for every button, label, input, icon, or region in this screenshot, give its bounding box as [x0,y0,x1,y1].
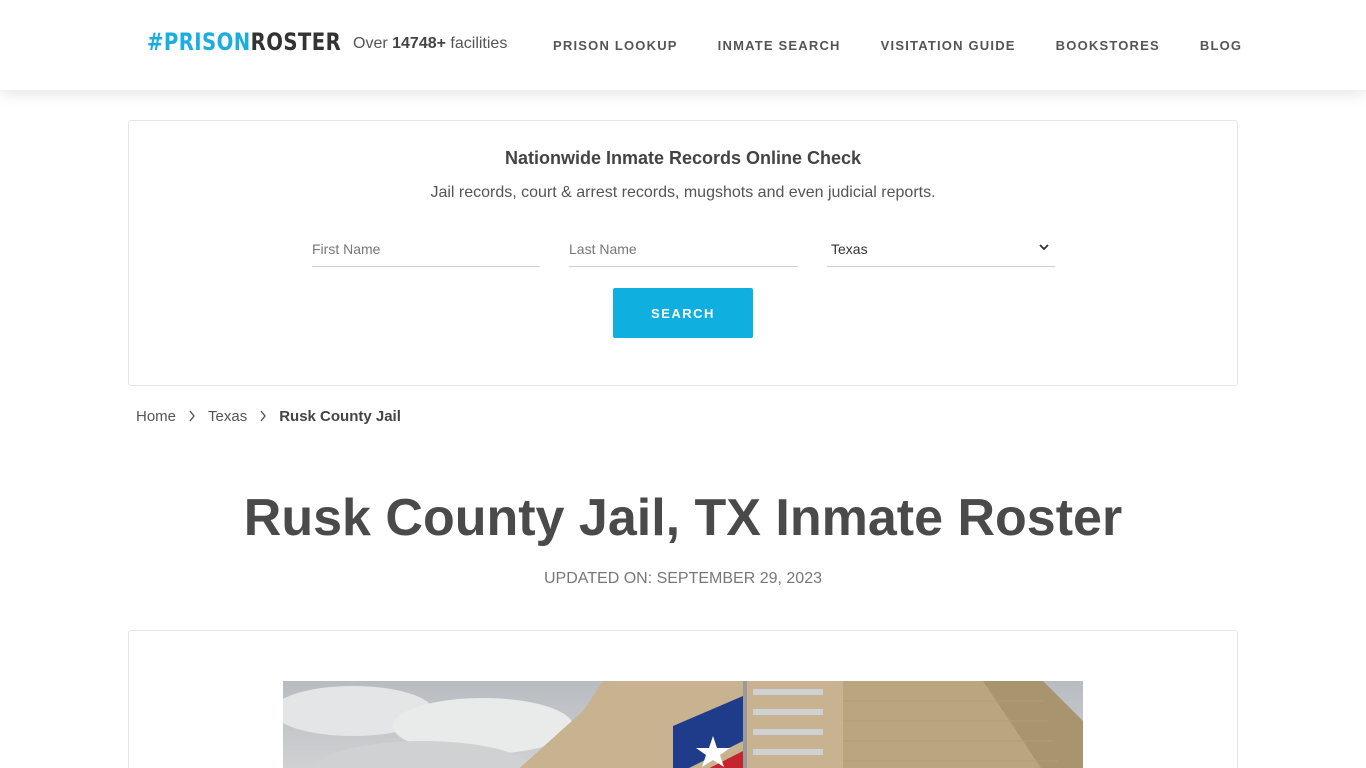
main-nav: PRISON LOOKUP INMATE SEARCH VISITATION G… [553,38,1282,53]
chevron-right-icon [259,409,267,425]
updated-date: UPDATED ON: SEPTEMBER 29, 2023 [543,570,822,587]
logo-prison: PRISON [163,28,251,56]
tagline-suffix: facilities [445,35,508,52]
nav-blog[interactable]: BLOG [1200,38,1242,53]
nav-inmate-search[interactable]: INMATE SEARCH [718,38,841,53]
nav-bookstores[interactable]: BOOKSTORES [1056,38,1160,53]
nav-visitation-guide[interactable]: VISITATION GUIDE [881,38,1016,53]
chevron-down-icon [1039,241,1049,255]
search-subtitle: Jail records, court & arrest records, mu… [430,184,936,201]
site-logo[interactable]: #PRISONROSTER [147,28,341,56]
inmate-search-card: Nationwide Inmate Records Online Check J… [128,120,1238,386]
breadcrumb-home[interactable]: Home [136,408,176,425]
logo-hash: # [147,28,164,56]
content-card [128,630,1238,768]
page-title: Rusk County Jail, TX Inmate Roster [243,489,1123,547]
logo-roster: ROSTER [250,28,342,56]
last-name-input[interactable]: Last Name [569,235,798,267]
facility-count: 14748+ [392,35,446,52]
state-select[interactable]: Texas [827,235,1055,267]
facility-photo [283,681,1083,768]
site-header: #PRISONROSTER Over 14748+ facilities PRI… [0,0,1366,90]
breadcrumb-current: Rusk County Jail [279,408,401,425]
search-button[interactable]: SEARCH [613,288,753,338]
first-name-input[interactable]: First Name [312,235,540,267]
nav-prison-lookup[interactable]: PRISON LOOKUP [553,38,678,53]
facility-count-tagline: Over 14748+ facilities [353,35,507,53]
search-title: Nationwide Inmate Records Online Check [504,148,862,168]
chevron-right-icon [188,409,196,425]
tagline-prefix: Over [353,35,393,52]
breadcrumb-state[interactable]: Texas [208,408,247,425]
state-select-value: Texas [831,241,868,257]
breadcrumb: Home Texas Rusk County Jail [136,408,401,425]
